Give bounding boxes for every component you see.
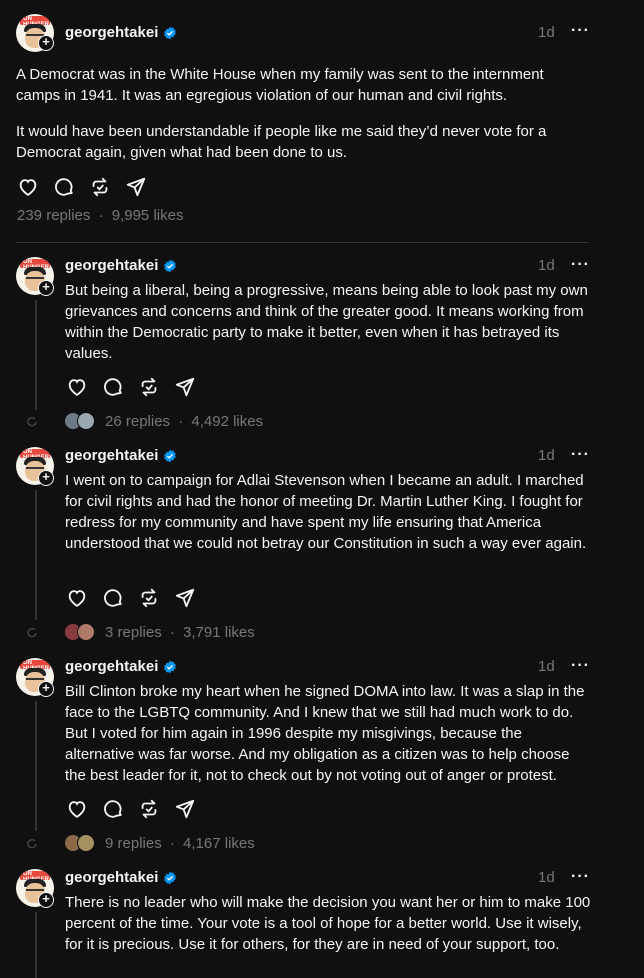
more-icon[interactable]: ···	[571, 868, 590, 886]
post-actions	[17, 176, 147, 198]
post-time: 1d	[538, 257, 555, 274]
post-time: 1d	[538, 869, 555, 886]
post-stats: 26 replies · 4,492 likes	[105, 413, 263, 430]
username[interactable]: georgehtakei	[65, 24, 158, 41]
likes-count[interactable]: 4,167 likes	[183, 835, 255, 852]
share-icon[interactable]	[174, 587, 196, 609]
separator: ·	[169, 624, 175, 641]
repost-icon[interactable]	[89, 176, 111, 198]
username[interactable]: georgehtakei	[65, 869, 158, 886]
divider	[16, 242, 589, 243]
post-paragraph: But being a liberal, being a progressive…	[65, 282, 588, 362]
heart-icon[interactable]	[66, 376, 88, 398]
follow-plus-icon[interactable]: +	[38, 35, 54, 51]
more-icon[interactable]: ···	[571, 256, 590, 274]
heart-icon[interactable]	[17, 176, 39, 198]
likes-count[interactable]: 3,791 likes	[183, 624, 255, 641]
post-time: 1d	[538, 447, 555, 464]
post-actions	[66, 376, 196, 398]
post-paragraph: There is no leader who will make the dec…	[65, 894, 591, 953]
separator: ·	[178, 413, 184, 430]
share-icon[interactable]	[174, 376, 196, 398]
replies-count[interactable]: 26 replies	[105, 413, 170, 430]
post-paragraph: I went on to campaign for Adlai Stevenso…	[65, 472, 587, 552]
share-icon[interactable]	[125, 176, 147, 198]
reply-avatars	[64, 623, 100, 641]
thread-line	[35, 912, 37, 978]
replies-count[interactable]: 9 replies	[105, 835, 162, 852]
post-actions	[66, 587, 196, 609]
replies-count[interactable]: 239 replies	[17, 207, 90, 224]
post-stats: 9 replies · 4,167 likes	[105, 835, 255, 852]
reply-avatars	[64, 412, 100, 430]
more-icon[interactable]: ···	[571, 657, 590, 675]
verified-icon	[164, 259, 176, 273]
post-paragraph: It would have been understandable if peo…	[16, 123, 547, 161]
post-time: 1d	[538, 658, 555, 675]
repost-icon[interactable]	[138, 376, 160, 398]
post-paragraph: Bill Clinton broke my heart when he sign…	[65, 683, 585, 784]
likes-count[interactable]: 4,492 likes	[191, 413, 263, 430]
verified-icon	[164, 871, 176, 885]
reply-avatars	[64, 834, 100, 852]
post-stats: 3 replies · 3,791 likes	[105, 624, 255, 641]
comment-icon[interactable]	[53, 176, 75, 198]
post-actions	[66, 798, 196, 820]
follow-plus-icon[interactable]: +	[38, 681, 54, 697]
separator: ·	[98, 207, 104, 224]
more-icon[interactable]: ···	[571, 446, 590, 464]
separator: ·	[169, 835, 175, 852]
repost-icon[interactable]	[138, 587, 160, 609]
likes-count[interactable]: 9,995 likes	[112, 207, 184, 224]
verified-icon	[164, 660, 176, 674]
heart-icon[interactable]	[66, 798, 88, 820]
verified-icon	[164, 26, 176, 40]
post-stats: 239 replies · 9,995 likes	[17, 207, 183, 224]
comment-icon[interactable]	[102, 376, 124, 398]
post-time: 1d	[538, 24, 555, 41]
username[interactable]: georgehtakei	[65, 447, 158, 464]
thread-loop-icon	[27, 839, 37, 849]
heart-icon[interactable]	[66, 587, 88, 609]
thread-line	[35, 490, 37, 620]
follow-plus-icon[interactable]: +	[38, 892, 54, 908]
thread-line	[35, 300, 37, 410]
thread-loop-icon	[27, 417, 37, 427]
thread-line	[35, 701, 37, 831]
repost-icon[interactable]	[138, 798, 160, 820]
more-icon[interactable]: ···	[571, 22, 590, 40]
follow-plus-icon[interactable]: +	[38, 280, 54, 296]
share-icon[interactable]	[174, 798, 196, 820]
follow-plus-icon[interactable]: +	[38, 470, 54, 486]
username[interactable]: georgehtakei	[65, 658, 158, 675]
post-paragraph: A Democrat was in the White House when m…	[16, 66, 544, 104]
comment-icon[interactable]	[102, 798, 124, 820]
verified-icon	[164, 449, 176, 463]
thread-loop-icon	[27, 628, 37, 638]
comment-icon[interactable]	[102, 587, 124, 609]
replies-count[interactable]: 3 replies	[105, 624, 162, 641]
username[interactable]: georgehtakei	[65, 257, 158, 274]
